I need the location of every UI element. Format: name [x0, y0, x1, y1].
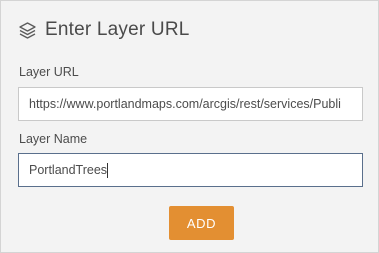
layer-url-value: https://www.portlandmaps.com/arcgis/rest… [29, 97, 341, 111]
add-button[interactable]: ADD [169, 206, 234, 240]
layers-icon [18, 21, 37, 40]
layer-url-input[interactable]: https://www.portlandmaps.com/arcgis/rest… [18, 87, 363, 121]
panel-title: Enter Layer URL [45, 19, 190, 40]
layer-name-value: PortlandTrees [29, 163, 108, 177]
layer-url-label: Layer URL [19, 65, 79, 79]
enter-layer-url-panel: Enter Layer URL Layer URL https://www.po… [0, 0, 379, 253]
layer-name-input[interactable]: PortlandTrees [18, 153, 363, 187]
text-cursor [107, 163, 109, 179]
panel-header: Enter Layer URL [18, 19, 190, 41]
layer-name-label: Layer Name [19, 132, 88, 146]
